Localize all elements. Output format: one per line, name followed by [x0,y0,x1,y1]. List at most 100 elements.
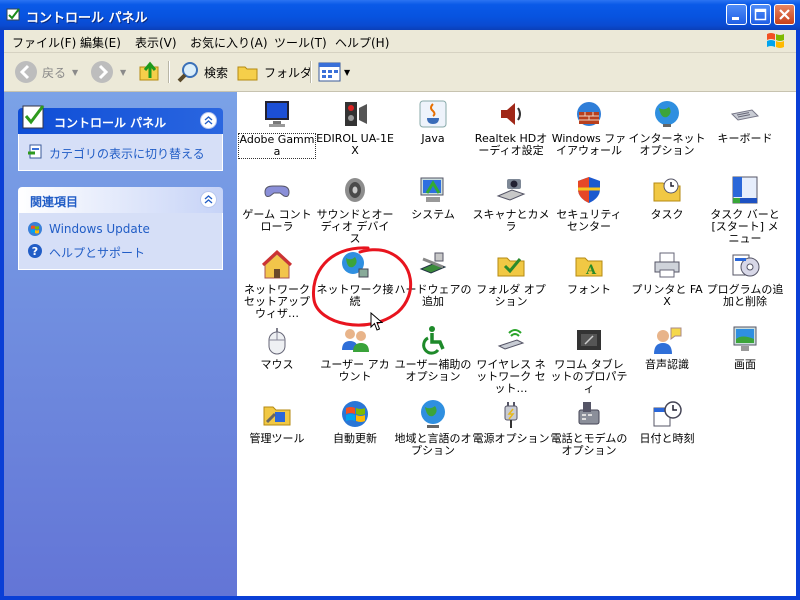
item-adobe-gamma[interactable]: Adobe Gamma [238,98,316,159]
search-icon [177,62,198,83]
tablet-icon [577,330,601,350]
item-display[interactable]: 画面 [706,324,784,371]
forward-arrow-icon [91,61,113,83]
menu-bar: ファイル(F) 編集(E) 表示(V) お気に入り(A) ツール(T) ヘルプ(… [4,30,796,53]
shield-icon [578,177,600,203]
item-power-options[interactable]: 電源オプション [472,398,550,445]
item-administrative-tools[interactable]: 管理ツール [238,398,316,445]
svg-text:?: ? [32,245,38,258]
item-fonts[interactable]: A フォント [550,249,628,296]
views-dropdown-icon[interactable]: ▼ [344,68,350,77]
phone-icon [578,402,600,425]
menu-help[interactable]: ヘルプ(H) [335,34,389,51]
display-icon [733,326,757,351]
svg-text:A: A [585,263,597,278]
back-button[interactable]: 戻る ▼ [14,59,78,85]
speaker-icon [345,178,365,202]
toolbar-separator [168,61,170,83]
folder-icon [237,66,258,81]
related-links-box-header[interactable]: 関連項目 [18,187,223,213]
switch-to-category-view-link[interactable]: カテゴリの表示に切り替える [19,142,222,162]
printer-icon [654,252,680,278]
help-icon: ? [28,244,42,258]
home-network-icon [261,249,293,279]
search-button[interactable]: 検索 [176,59,228,85]
forward-dropdown-icon[interactable]: ▼ [120,68,126,77]
minimize-button[interactable] [726,4,747,25]
item-user-accounts[interactable]: ユーザー アカウント [316,324,394,383]
menu-favorites[interactable]: お気に入り(A) [190,34,268,51]
item-accessibility-options[interactable]: ユーザー補助のオプション [394,324,472,383]
forward-button[interactable]: ▼ [90,59,126,85]
menu-view[interactable]: 表示(V) [135,34,177,51]
title-bar[interactable]: コントロール パネル [0,0,800,30]
programs-icon [732,254,760,277]
power-plug-icon [504,402,518,428]
item-sounds-and-audio-devices[interactable]: サウンドとオーディオ デバイス [316,174,394,245]
close-button[interactable] [774,4,795,25]
windows-update-icon [28,222,42,236]
menu-tools[interactable]: ツール(T) [274,34,327,51]
taskbar-icon [732,176,758,204]
control-panel-box-header[interactable]: コントロール パネル [18,105,223,134]
item-internet-options[interactable]: インターネット オプション [628,98,706,157]
clock-icon [653,401,682,427]
item-add-remove-programs[interactable]: プログラムの追加と削除 [706,249,784,308]
item-date-and-time[interactable]: 日付と時刻 [628,398,706,445]
monitor-icon [265,101,289,127]
back-arrow-icon [15,61,37,83]
admin-tools-icon [263,406,291,426]
item-scanners-and-cameras[interactable]: スキャナとカメラ [472,174,550,233]
item-network-setup-wizard[interactable]: ネットワーク セットアップ ウィザ… [238,249,316,320]
windows-update-link[interactable]: Windows Update [19,219,222,239]
item-regional-and-language-options[interactable]: 地域と言語のオプション [394,398,472,457]
related-links-box-body: Windows Update ? ヘルプとサポート [18,213,223,270]
views-button[interactable]: ▼ [318,59,350,85]
control-panel-box-icon [22,105,45,129]
item-network-connections[interactable]: ネットワーク接続 [316,249,394,308]
item-realtek-hd-audio[interactable]: Realtek HDオーディオ設定 [472,98,550,157]
item-keyboard[interactable]: キーボード [706,98,784,145]
folders-button[interactable]: フォルダ [236,59,312,85]
menu-edit[interactable]: 編集(E) [80,34,121,51]
item-edirol-ua-1ex[interactable]: EDIROL UA-1EX [316,98,394,157]
item-security-center[interactable]: セキュリティ センター [550,174,628,233]
item-mouse[interactable]: マウス [238,324,316,371]
item-scheduled-tasks[interactable]: タスク [628,174,706,221]
system-icon [420,177,444,202]
item-game-controllers[interactable]: ゲーム コントローラ [238,174,316,233]
item-system[interactable]: システム [394,174,472,221]
up-button[interactable] [138,59,162,85]
item-windows-firewall[interactable]: Windows ファイアウォール [550,98,628,157]
item-speech-recognition[interactable]: 音声認識 [628,324,706,371]
speech-icon [654,327,682,354]
audio-device-icon [345,102,367,126]
gamepad-icon [264,185,290,197]
wireless-icon [497,329,525,350]
item-printers-and-faxes[interactable]: プリンタと FAX [628,249,706,308]
item-folder-options[interactable]: フォルダ オプション [472,249,550,308]
toolbar: 戻る ▼ ▼ 検索 フォルダ ▼ [4,53,796,92]
related-links-box-title: 関連項目 [30,195,79,209]
keyboard-icon [730,109,760,121]
fonts-folder-icon: A [575,257,603,278]
item-java[interactable]: Java [394,98,472,145]
control-panel-box-title: コントロール パネル [54,116,167,130]
item-wacom-tablet-properties[interactable]: ワコム タブレットのプロパティ [550,324,628,395]
item-automatic-updates[interactable]: 自動更新 [316,398,394,445]
item-phone-and-modem-options[interactable]: 電話とモデムのオプション [550,398,628,457]
back-dropdown-icon[interactable]: ▼ [72,68,78,77]
item-add-hardware[interactable]: ハードウェアの追加 [394,249,472,308]
maximize-button[interactable] [750,4,771,25]
help-and-support-link[interactable]: ? ヘルプとサポート [19,241,222,261]
collapse-button[interactable] [200,191,217,208]
content-area: コントロール パネル カテゴリの表示に切り替える 関連項目 Windows Up… [4,92,796,596]
menu-file[interactable]: ファイル(F) [12,34,76,51]
folder-options-icon [497,257,525,277]
collapse-button[interactable] [200,112,217,129]
item-wireless-network-setup[interactable]: ワイヤレス ネットワーク セット… [472,324,550,395]
control-panel-window: コントロール パネル ファイル(F) 編集(E) 表示(V) お気に入り(A) … [0,0,800,600]
task-pane: コントロール パネル カテゴリの表示に切り替える 関連項目 Windows Up… [4,92,237,596]
control-panel-box-body: カテゴリの表示に切り替える [18,134,223,171]
item-taskbar-and-start-menu[interactable]: タスク バーと [スタート] メニュー [706,174,784,245]
